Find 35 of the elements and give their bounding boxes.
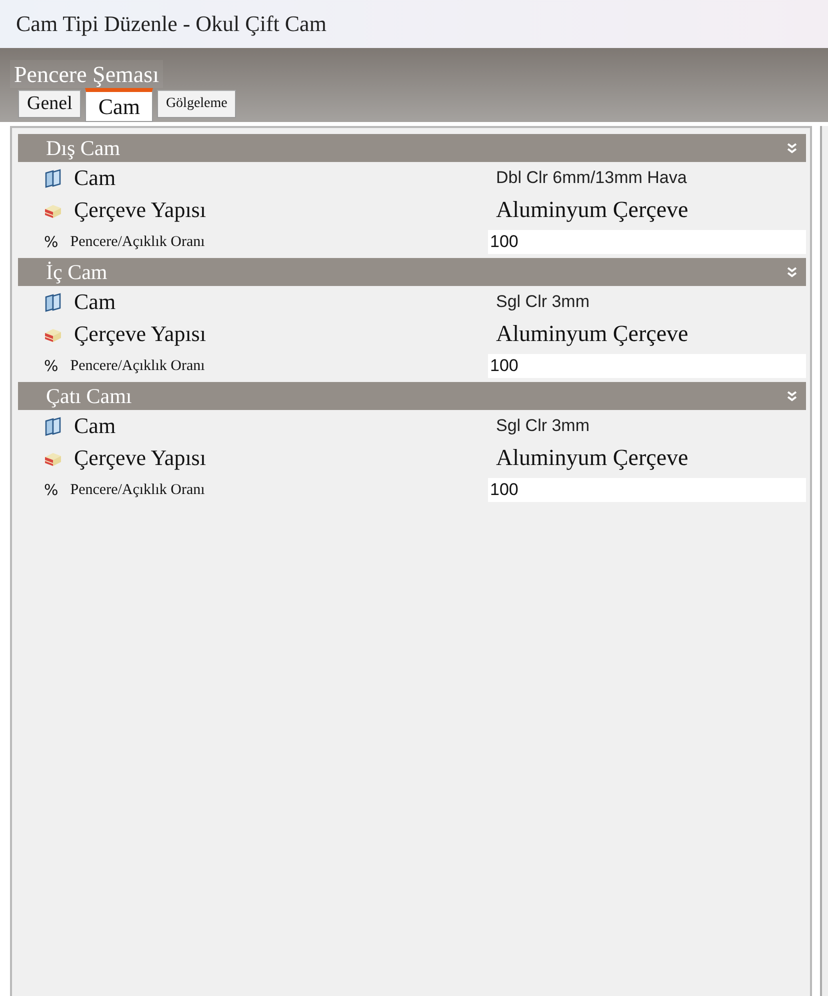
- field-value: Aluminyum Çerçeve: [495, 321, 690, 347]
- input-field[interactable]: 100: [488, 230, 806, 254]
- section-title: Çatı Camı: [46, 384, 132, 408]
- field-label: Çerçeve Yapısı: [74, 197, 206, 223]
- field-label: Pencere/Açıklık Oranı: [70, 482, 205, 498]
- field-value: Sgl Clr 3mm: [495, 292, 591, 312]
- tab[interactable]: Genel: [18, 90, 82, 118]
- tab[interactable]: Cam: [85, 88, 153, 122]
- window-title: Cam Tipi Düzenle - Okul Çift Cam: [0, 0, 828, 48]
- field-label: Pencere/Açıklık Oranı: [70, 358, 205, 374]
- collapse-chevron-icon[interactable]: [786, 142, 798, 154]
- tab[interactable]: Gölgeleme: [156, 90, 236, 118]
- glass-panes-icon: [44, 416, 62, 436]
- field-label: Cam: [74, 165, 116, 191]
- field-value: Aluminyum Çerçeve: [495, 197, 690, 223]
- glass-panes-icon: [44, 168, 62, 188]
- collapse-chevron-icon[interactable]: [786, 390, 798, 402]
- header-title: Pencere Şeması: [10, 60, 163, 88]
- input-field[interactable]: 100: [488, 478, 806, 502]
- field-value: Aluminyum Çerçeve: [495, 445, 690, 471]
- percent-icon: %: [44, 233, 58, 251]
- field-value: Sgl Clr 3mm: [495, 416, 591, 436]
- field-label: Çerçeve Yapısı: [74, 445, 206, 471]
- field-label: Çerçeve Yapısı: [74, 321, 206, 347]
- field-label: Cam: [74, 289, 116, 315]
- input-field[interactable]: 100: [488, 354, 806, 378]
- section-title: İç Cam: [46, 260, 108, 284]
- field-value: Dbl Clr 6mm/13mm Hava: [495, 168, 688, 188]
- section-title: Dış Cam: [46, 136, 120, 160]
- field-label: Cam: [74, 413, 116, 439]
- collapse-chevron-icon[interactable]: [786, 266, 798, 278]
- field-label: Pencere/Açıklık Oranı: [70, 234, 205, 250]
- percent-icon: %: [44, 357, 58, 375]
- percent-icon: %: [44, 481, 58, 499]
- glass-panes-icon: [44, 292, 62, 312]
